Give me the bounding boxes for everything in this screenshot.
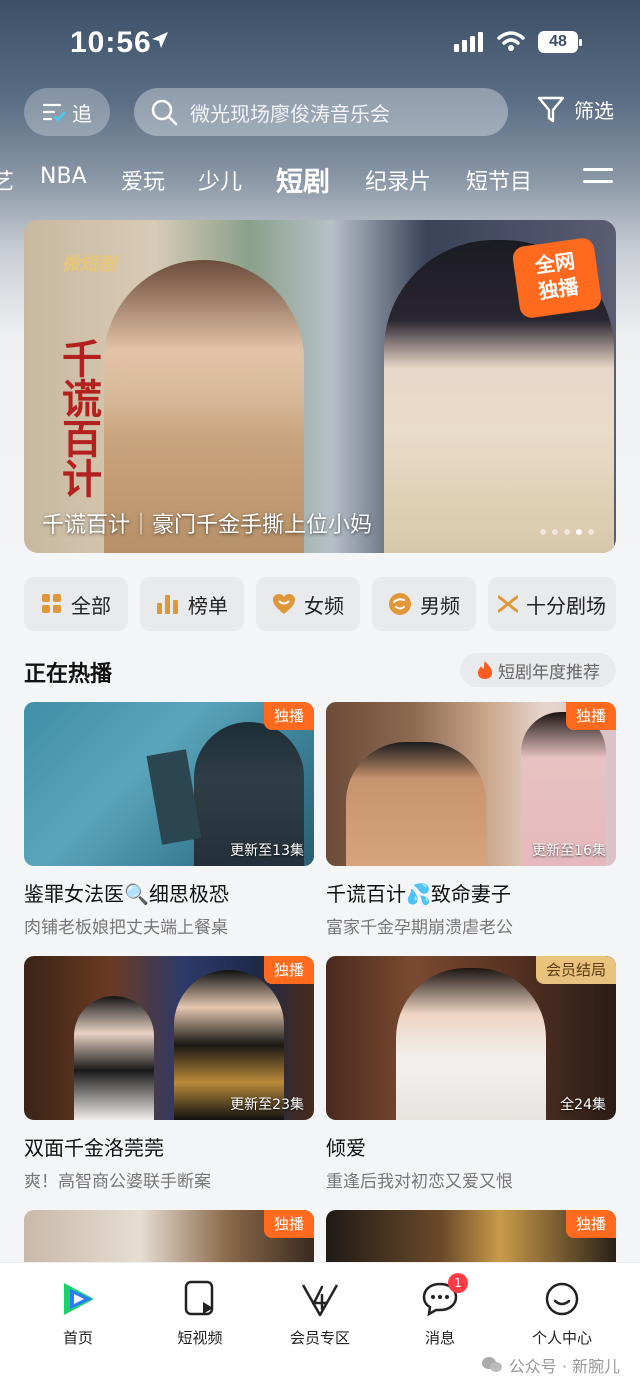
banner-brand-logo: 微短剧 <box>62 254 116 275</box>
drama-card[interactable]: 会员结局 全24集 倾爱 重逢后我对初恋又爱又恨 <box>326 956 616 1192</box>
status-time: 10:56 <box>70 26 152 59</box>
follow-button[interactable]: 追 <box>24 88 110 136</box>
message-count-badge: 1 <box>448 1273 468 1293</box>
search-placeholder: 微光现场廖俊涛音乐会 <box>190 101 390 126</box>
card-tag: 独播 <box>565 1210 616 1238</box>
filter-label: 筛选 <box>574 98 614 123</box>
tab-short-drama[interactable]: 短剧 <box>276 160 330 199</box>
card-episodes: 更新至13集 <box>230 843 304 859</box>
heart-icon <box>273 594 295 614</box>
card-subtitle: 肉铺老板娘把丈夫端上餐桌 <box>24 918 228 938</box>
watermark: 公众号 · 新腕儿 <box>481 1353 620 1377</box>
tab-category-0[interactable]: 艺 <box>0 164 14 196</box>
card-subtitle: 重逢后我对初恋又爱又恨 <box>326 1172 513 1192</box>
quick-theater-label: 十分剧场 <box>526 593 606 618</box>
card-tag: 会员结局 <box>535 956 616 984</box>
fire-icon <box>478 661 492 679</box>
nav-home[interactable]: 首页 <box>28 1279 128 1348</box>
quick-all-button[interactable]: 全部 <box>24 577 128 631</box>
banner-caption: 千谎百计｜豪门千金手撕上位小妈 <box>42 513 373 538</box>
tab-nba[interactable]: NBA <box>40 164 87 189</box>
section-header: 正在热播 短剧年度推荐 <box>24 653 616 690</box>
exclusive-badge: 全网 独播 <box>511 236 603 320</box>
annual-recommend-button[interactable]: 短剧年度推荐 <box>460 653 616 687</box>
quick-male-label: 男频 <box>420 593 460 618</box>
bar-chart-icon <box>157 595 178 614</box>
menu-icon[interactable] <box>583 168 613 192</box>
nav-messages[interactable]: 1 消息 <box>390 1273 490 1348</box>
quick-theater-button[interactable]: 十分剧场 <box>488 577 616 631</box>
search-row: 追 微光现场廖俊涛音乐会 筛选 <box>0 88 640 138</box>
quick-female-button[interactable]: 女频 <box>256 577 360 631</box>
card-tag: 独播 <box>565 702 616 730</box>
search-input[interactable]: 微光现场廖俊涛音乐会 <box>134 88 508 136</box>
card-title: 倾爱 <box>326 1136 366 1160</box>
card-tag: 独播 <box>263 1210 314 1238</box>
filter-button[interactable]: 筛选 <box>536 94 614 124</box>
nav-profile[interactable]: 个人中心 <box>512 1279 612 1348</box>
location-arrow-icon <box>152 32 168 48</box>
card-tag: 独播 <box>263 956 314 984</box>
status-bar: 10:56 48 <box>0 0 640 80</box>
quick-filter-row: 全部 榜单 女频 男频 十分剧场 <box>24 577 640 631</box>
hero-banner[interactable]: 微短剧 千谎百计 全网 独播 千谎百计｜豪门千金手撕上位小妈 <box>24 220 616 553</box>
face-icon <box>389 593 411 615</box>
search-icon <box>151 99 178 126</box>
banner-title-art: 千谎百计 <box>62 336 102 503</box>
card-title: 双面千金洛莞莞 <box>24 1136 164 1160</box>
quick-ranking-button[interactable]: 榜单 <box>140 577 244 631</box>
drama-card[interactable]: 独播 更新至16集 千谎百计💦致命妻子 富家千金孕期崩溃虐老公 <box>326 702 616 938</box>
card-subtitle: 爽！高智商公婆联手断案 <box>24 1172 211 1192</box>
watermark-text: 公众号 · 新腕儿 <box>508 1357 620 1376</box>
nav-vip-label: 会员专区 <box>289 1329 350 1347</box>
category-tabs: 艺 NBA 爱玩 少儿 短剧 纪录片 短节目 <box>0 160 640 200</box>
nav-short-video-label: 短视频 <box>177 1329 223 1347</box>
card-tag: 独播 <box>263 702 314 730</box>
card-subtitle: 富家千金孕期崩溃虐老公 <box>326 918 513 938</box>
card-episodes: 更新至16集 <box>532 843 606 859</box>
quick-female-label: 女频 <box>304 593 344 618</box>
grid-icon <box>42 594 61 613</box>
nav-short-video[interactable]: 短视频 <box>150 1279 250 1348</box>
short-video-icon <box>184 1280 214 1316</box>
card-thumbnail: 会员结局 全24集 <box>326 956 616 1120</box>
nav-home-label: 首页 <box>62 1329 93 1347</box>
cellular-signal-icon <box>454 32 483 52</box>
follow-list-icon <box>42 103 66 122</box>
section-title: 正在热播 <box>24 662 113 687</box>
card-thumbnail: 独播 更新至16集 <box>326 702 616 866</box>
nav-profile-label: 个人中心 <box>531 1329 592 1347</box>
wifi-icon <box>497 31 525 51</box>
quick-all-label: 全部 <box>71 593 111 618</box>
quick-ranking-label: 榜单 <box>188 593 228 618</box>
follow-label: 追 <box>72 101 92 126</box>
card-thumbnail: 独播 更新至13集 <box>24 702 314 866</box>
battery-indicator: 48 <box>538 31 582 53</box>
home-play-icon <box>64 1283 94 1315</box>
bottom-navigation: 首页 短视频 会员专区 1 消息 个人中心 公众号 · 新腕儿 <box>0 1262 640 1387</box>
card-episodes: 全24集 <box>560 1097 606 1113</box>
tab-short-program[interactable]: 短节目 <box>466 164 532 196</box>
tab-documentary[interactable]: 纪录片 <box>365 164 431 196</box>
nav-vip[interactable]: 会员专区 <box>270 1279 370 1348</box>
nav-messages-label: 消息 <box>424 1329 455 1347</box>
tab-kids[interactable]: 少儿 <box>198 164 242 196</box>
filter-funnel-icon <box>537 96 565 123</box>
tab-aiwan[interactable]: 爱玩 <box>121 164 165 196</box>
vip-icon <box>301 1284 339 1317</box>
card-title: 千谎百计💦致命妻子 <box>326 882 511 906</box>
logo-icon <box>498 595 518 613</box>
card-title: 鉴罪女法医🔍细思极恐 <box>24 882 229 906</box>
card-episodes: 更新至23集 <box>230 1097 304 1113</box>
card-thumbnail: 独播 更新至23集 <box>24 956 314 1120</box>
carousel-dots <box>540 529 594 535</box>
drama-card[interactable]: 独播 更新至13集 鉴罪女法医🔍细思极恐 肉铺老板娘把丈夫端上餐桌 <box>24 702 314 938</box>
quick-male-button[interactable]: 男频 <box>372 577 476 631</box>
wechat-icon <box>481 1357 502 1372</box>
drama-card[interactable]: 独播 更新至23集 双面千金洛莞莞 爽！高智商公婆联手断案 <box>24 956 314 1192</box>
annual-recommend-label: 短剧年度推荐 <box>498 662 600 683</box>
profile-icon <box>545 1282 579 1316</box>
